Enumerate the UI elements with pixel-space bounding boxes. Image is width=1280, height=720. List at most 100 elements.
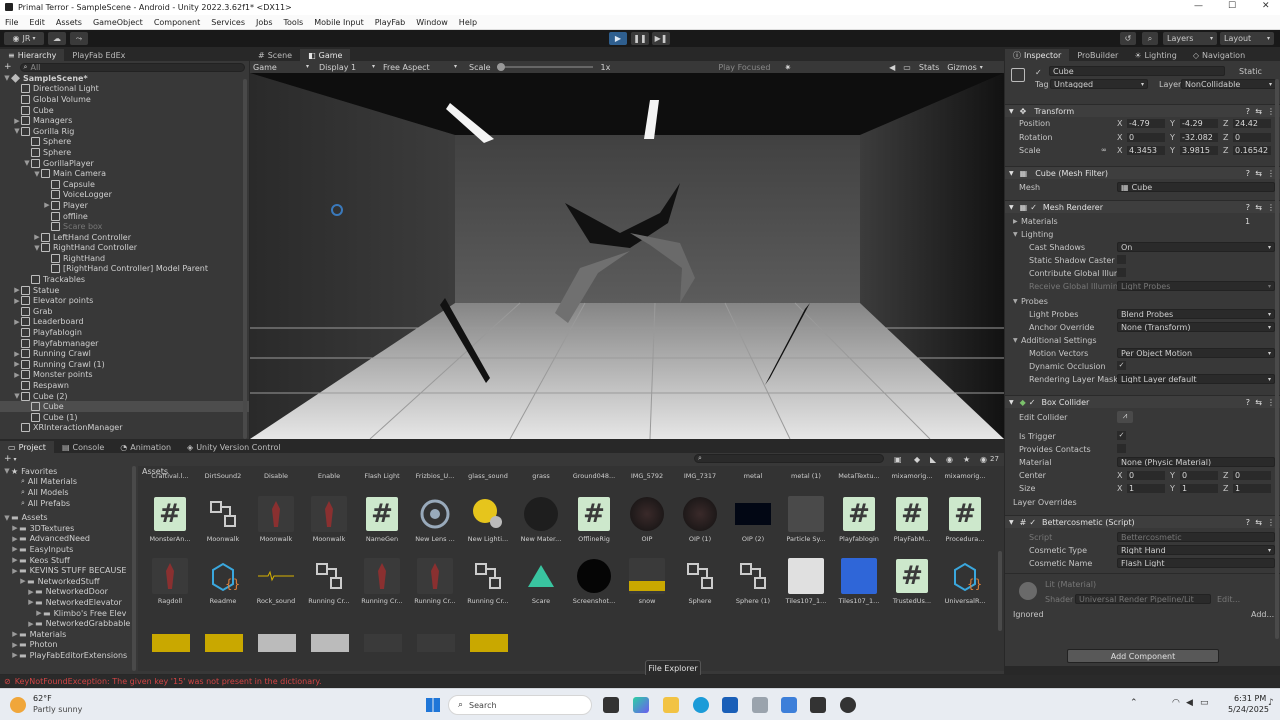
contribute-gi-checkbox[interactable] [1117,268,1126,277]
asset-item[interactable]: # MonsterAn... [146,496,194,543]
hierarchy-item[interactable]: RightHand [0,253,249,264]
tab-console[interactable]: ▤ Console [54,441,112,453]
add-icon[interactable]: + [4,454,12,464]
tab-playfab-edex[interactable]: PlayFab EdEx [64,49,133,61]
asset-thumbnail-partial[interactable] [470,634,508,652]
menu-window[interactable]: Window [416,18,448,27]
mesh-filter-header[interactable]: ▼ ▦ Cube (Mesh Filter) ? ⇆ ⋮ [1005,166,1280,179]
asset-item[interactable]: Rock_sound [252,558,300,605]
layers-dropdown[interactable]: Layers ▾ [1163,32,1217,45]
menu-tools[interactable]: Tools [284,18,304,27]
rotation-y-field[interactable]: -32.082 [1180,132,1218,142]
rotation-z-field[interactable]: 0 [1233,132,1271,142]
more-icon[interactable]: ⋮ [1267,398,1275,407]
tab-version-control[interactable]: ◈ Unity Version Control [179,441,289,453]
asset-item[interactable]: New Lens ... [411,496,459,543]
settings-icon[interactable]: ⇆ [1255,398,1262,407]
hierarchy-item[interactable]: Grab [0,306,249,317]
network-icon[interactable]: ◠ [1172,698,1180,708]
enabled-checkbox[interactable]: ✓ [1029,398,1036,407]
inspector-scrollbar[interactable] [1275,79,1279,639]
close-button[interactable]: ✕ [1262,1,1270,11]
account-button[interactable]: ◉ JR ▾ [4,32,44,45]
help-icon[interactable]: ? [1246,398,1250,407]
asset-item[interactable]: Moonwalk [252,496,300,543]
asset-thumbnail-partial[interactable] [205,634,243,652]
asset-item[interactable]: Running Cr... [305,558,353,605]
unity-editor-icon[interactable] [840,697,856,713]
favorite-item[interactable]: ⌕ All Materials [0,477,136,488]
tab-navigation[interactable]: ◇ Navigation [1185,49,1253,61]
chevron-down-icon[interactable]: ▼ [23,159,31,167]
motion-vectors-dropdown[interactable]: Per Object Motion ▾ [1117,348,1275,358]
favorites-row[interactable]: ▼ ★ Favorites [0,466,136,477]
more-icon[interactable]: ⋮ [1267,107,1275,116]
center-z-field[interactable]: 0 [1233,471,1271,480]
asset-item[interactable]: OIP (1) [676,496,724,543]
game-viewport[interactable] [250,73,1004,439]
cast-shadows-dropdown[interactable]: On ▾ [1117,242,1275,252]
menu-gameobject[interactable]: GameObject [93,18,143,27]
play-focused-dropdown[interactable]: Play Focused [718,63,770,72]
gizmos-button[interactable]: Gizmos [947,63,976,72]
hierarchy-item[interactable]: Trackables [0,274,249,285]
script-header[interactable]: ▼ # ✓ Bettercosmetic (Script) ? ⇆ ⋮ [1005,515,1280,528]
asset-item[interactable]: Disable [252,472,300,480]
tab-project[interactable]: ▭ Project [0,441,54,453]
hierarchy-item[interactable]: Capsule [0,179,249,190]
settings-icon[interactable]: ⇆ [1255,107,1262,116]
tab-hierarchy[interactable]: ≡ Hierarchy [0,49,65,61]
asset-item[interactable]: Moonwalk [199,496,247,543]
asset-item[interactable]: New Mater... [517,496,565,543]
pause-button[interactable]: ❚❚ [631,32,649,45]
tree-scrollbar[interactable] [132,466,136,671]
asset-item[interactable]: New Lighti... [464,496,512,543]
clock-date[interactable]: 5/24/2025 [1228,705,1269,714]
chevron-down-icon[interactable]: ▼ [33,244,41,252]
asset-thumbnail-partial[interactable] [417,634,455,652]
dynamic-occlusion-checkbox[interactable]: ✓ [1117,361,1126,370]
asset-item[interactable]: Enable [305,472,353,480]
play-button[interactable]: ▶ [609,32,627,45]
tab-probuilder[interactable]: ProBuilder [1069,49,1126,61]
folder-item[interactable]: ▶ ▬ Photon [0,640,136,651]
hierarchy-item[interactable]: Sphere [0,147,249,158]
object-name-field[interactable]: Cube [1049,66,1225,76]
add-component-button[interactable]: Add Component [1067,649,1219,663]
edit-collider-button[interactable]: ⩘ [1117,411,1133,423]
chevron-right-icon[interactable]: ▶ [11,567,19,575]
cloud-button[interactable]: ☁ [48,32,66,45]
menu-edit[interactable]: Edit [29,18,45,27]
chevron-right-icon[interactable]: ▶ [13,371,21,379]
folder-item[interactable]: ▶ ▬ NetworkedElevator [0,597,136,608]
asset-item[interactable]: Ground048... [570,472,618,480]
star-icon[interactable]: ★ [963,455,970,464]
scale-z-field[interactable]: 0.16542 [1233,146,1271,155]
center-y-field[interactable]: 0 [1180,471,1218,480]
enabled-checkbox[interactable]: ✓ [1029,518,1036,527]
hierarchy-scrollbar[interactable] [243,79,247,439]
asset-item[interactable]: IMG_7317 [676,472,724,480]
tab-game[interactable]: ◧ Game [300,49,351,61]
chevron-down-icon[interactable]: ▾ [980,64,983,71]
hierarchy-item[interactable]: ▶ Statue [0,285,249,296]
game-mode-dropdown[interactable]: Game ▾ [253,63,309,72]
asset-item[interactable]: MetalTextu... [835,472,883,480]
chevron-right-icon[interactable]: ▶ [11,545,19,553]
hierarchy-item[interactable]: Cube [0,105,249,116]
mail-icon[interactable] [752,697,768,713]
asset-item[interactable]: Sphere (1) [729,558,777,605]
chevron-down-icon[interactable]: ▼ [33,170,41,178]
mesh-renderer-header[interactable]: ▼ ▦ ✓ Mesh Renderer ? ⇆ ⋮ [1005,200,1280,213]
asset-item[interactable]: Ragdoll [146,558,194,605]
chevron-right-icon[interactable]: ▶ [19,577,27,585]
hierarchy-search-input[interactable]: ⌕ All [19,62,245,72]
position-x-field[interactable]: -4.79 [1127,119,1165,128]
chevron-down-icon[interactable]: ▾ [14,456,17,463]
link-icon[interactable]: ∞ [1101,146,1107,154]
asset-item[interactable]: # PlayFabM... [888,496,936,543]
favorite-item[interactable]: ⌕ All Prefabs [0,498,136,509]
taskbar-search[interactable]: ⌕ Search [448,695,592,715]
stats-button[interactable]: Stats [919,63,939,72]
chevron-right-icon[interactable]: ▶ [13,360,21,368]
